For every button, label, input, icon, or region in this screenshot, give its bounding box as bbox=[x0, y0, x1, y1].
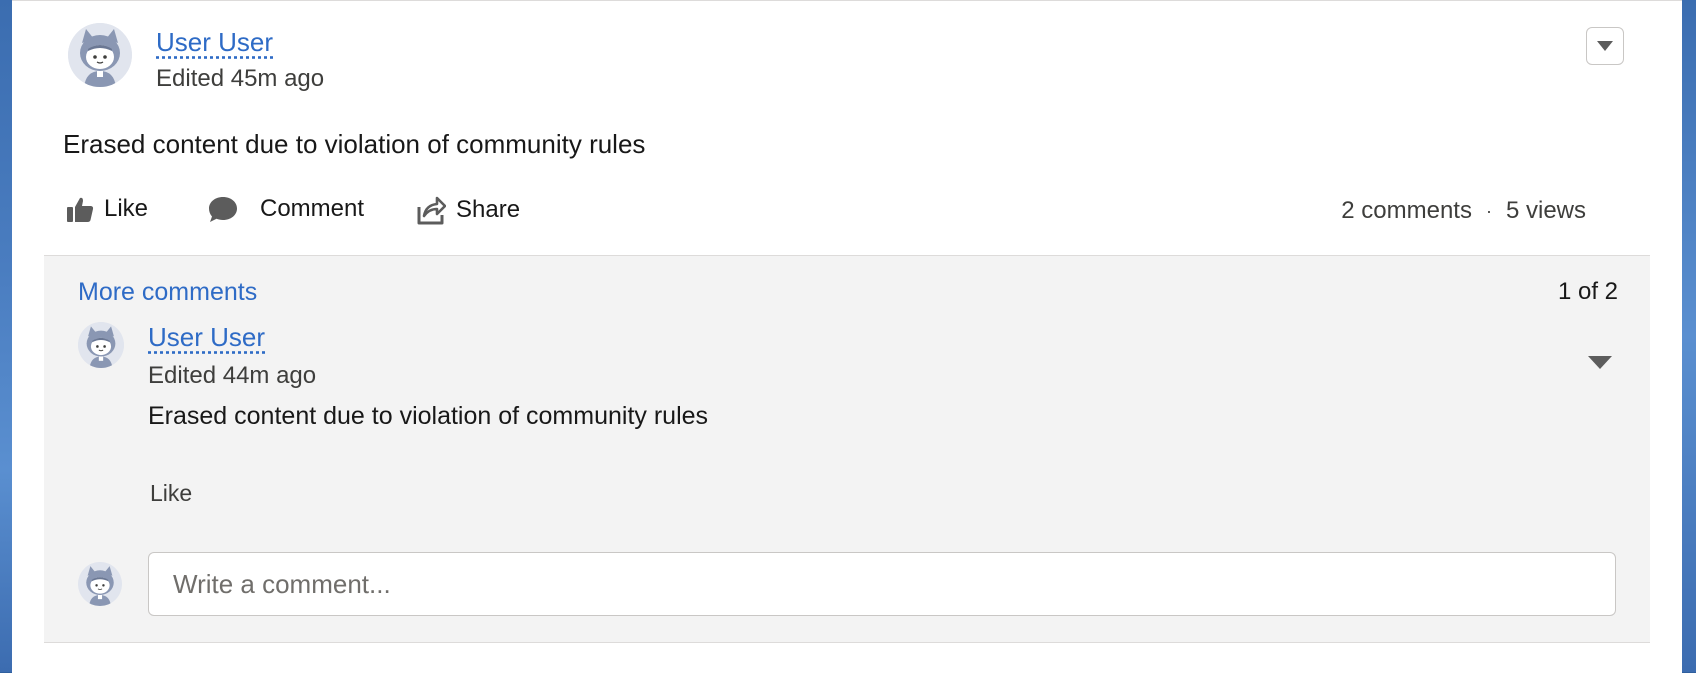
comment-options-caret-icon[interactable] bbox=[1588, 356, 1612, 369]
post-options-button[interactable] bbox=[1586, 27, 1624, 65]
comments-count[interactable]: 2 comments bbox=[1341, 197, 1472, 225]
comments-pagination-count: 1 of 2 bbox=[1557, 278, 1618, 305]
views-count: 5 views bbox=[1505, 197, 1586, 224]
like-button[interactable]: Like bbox=[66, 195, 148, 223]
thumbs-up-icon bbox=[67, 197, 94, 222]
share-label: Share bbox=[456, 196, 521, 223]
comments-section: More comments 1 of 2 User User Edited 44… bbox=[44, 255, 1650, 643]
chevron-down-icon bbox=[1597, 41, 1613, 51]
write-comment-input[interactable] bbox=[148, 552, 1616, 616]
background-left bbox=[0, 0, 12, 672]
more-comments-link[interactable]: More comments bbox=[78, 278, 257, 307]
background-right bbox=[1682, 0, 1696, 672]
comment-body: Erased content due to violation of commu… bbox=[148, 402, 709, 430]
post-stats: 2 comments · 5 views bbox=[1341, 197, 1586, 225]
post-body: Erased content due to violation of commu… bbox=[63, 129, 646, 159]
feed-post-card: User User Edited 45m ago Erased content … bbox=[12, 0, 1682, 673]
stats-separator: · bbox=[1485, 200, 1492, 221]
comment-button[interactable]: Comment bbox=[208, 195, 364, 223]
current-user-avatar bbox=[78, 562, 122, 606]
post-author-avatar[interactable] bbox=[68, 23, 132, 87]
share-icon bbox=[417, 196, 446, 225]
like-label: Like bbox=[104, 195, 149, 222]
share-button[interactable]: Share bbox=[416, 195, 520, 225]
comment-author-avatar[interactable] bbox=[78, 322, 124, 368]
comment-like-button[interactable]: Like bbox=[150, 480, 192, 507]
chat-bubble-icon bbox=[209, 197, 237, 222]
comment-author-link[interactable]: User User bbox=[148, 322, 265, 353]
comment-label: Comment bbox=[260, 195, 365, 222]
post-edited-timestamp: Edited 45m ago bbox=[156, 65, 325, 92]
comment-edited-timestamp: Edited 44m ago bbox=[148, 362, 317, 389]
post-author-link[interactable]: User User bbox=[156, 27, 273, 58]
